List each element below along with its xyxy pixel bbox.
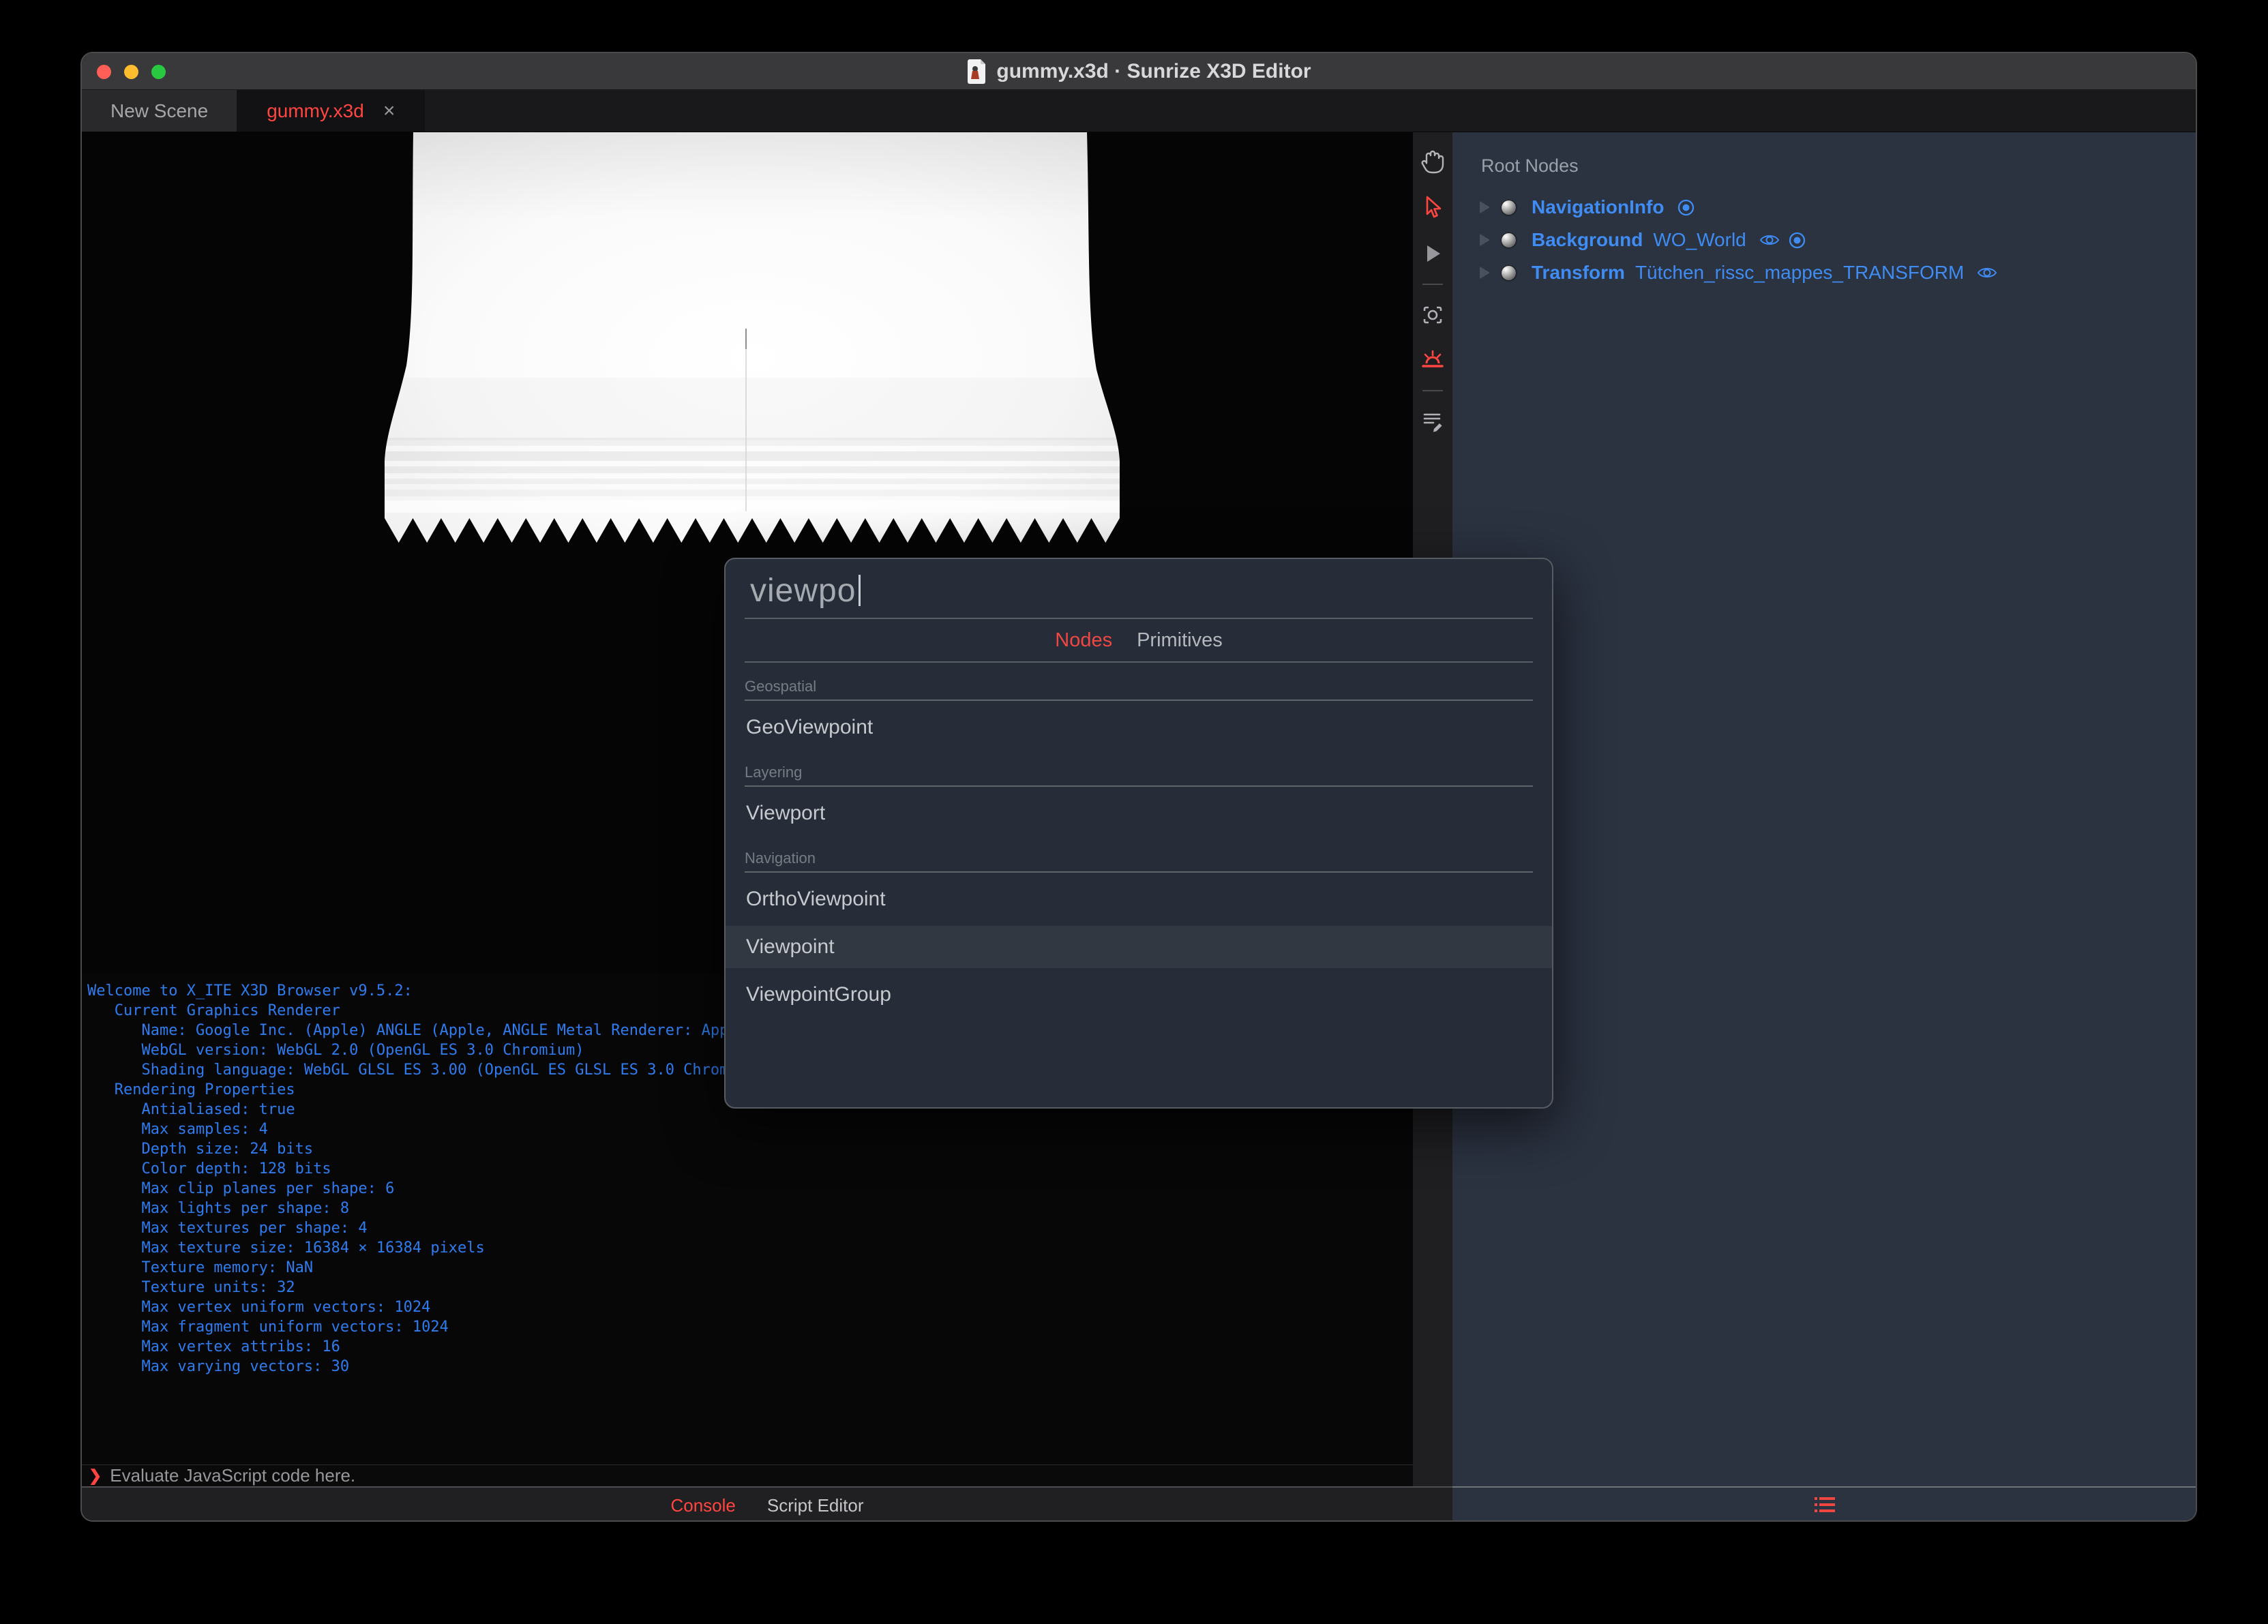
hand-tool-button[interactable] — [1418, 146, 1448, 176]
outline-node-row[interactable]: NavigationInfo — [1452, 191, 2196, 224]
arrow-cursor-icon — [1426, 196, 1442, 218]
console-line: Texture memory: NaN — [87, 1259, 314, 1276]
node-type: Background — [1532, 229, 1643, 250]
console-line: Max varying vectors: 30 — [87, 1358, 350, 1375]
node-result-item[interactable]: OrthoViewpoint — [726, 878, 1552, 920]
outline-bottombar — [1452, 1486, 2196, 1520]
search-input[interactable]: viewpo — [750, 572, 856, 610]
bound-icon[interactable] — [1788, 231, 1806, 250]
console-line: Max samples: 4 — [87, 1121, 268, 1138]
divider — [745, 661, 1533, 663]
node-state-icons — [1677, 198, 1695, 217]
tab-label: gummy.x3d — [267, 100, 364, 121]
node-result-item[interactable]: Viewport — [726, 792, 1552, 834]
gummy-bag-model — [385, 132, 1120, 543]
console-line: Max fragment uniform vectors: 1024 — [87, 1319, 449, 1336]
tab-gummy-x3d[interactable]: gummy.x3d × — [238, 90, 426, 132]
tab-new-scene[interactable]: New Scene — [82, 90, 239, 132]
frame-view-button[interactable] — [1418, 300, 1448, 330]
console-line: Max vertex attribs: 16 — [87, 1338, 340, 1355]
screen: { "window": { "title": "gummy.x3d · Sunr… — [0, 0, 2268, 1624]
section-header: Layering — [745, 764, 1533, 787]
prompt-icon: ❯ — [89, 1467, 102, 1484]
node-search-dialog: viewpo Nodes Primitives Geospatial GeoVie… — [724, 558, 1553, 1109]
sunrise-icon — [1422, 350, 1444, 367]
eye-icon[interactable] — [1977, 265, 1997, 280]
node-result-item[interactable]: GeoViewpoint — [726, 706, 1552, 749]
node-def-name: WO_World — [1653, 229, 1746, 250]
titlebar: gummy.x3d · Sunrize X3D Editor — [82, 53, 2196, 90]
hand-icon — [1421, 150, 1444, 174]
node-sphere-icon — [1500, 231, 1517, 249]
console-tabbar: Console Script Editor — [82, 1486, 1452, 1520]
node-sphere-icon — [1500, 264, 1517, 282]
console-line: Texture units: 32 — [87, 1279, 295, 1296]
play-button[interactable] — [1418, 239, 1448, 269]
outline-node-row[interactable]: Background WO_World — [1452, 224, 2196, 256]
list-icon — [1815, 1497, 1835, 1512]
bound-icon[interactable] — [1677, 198, 1695, 217]
node-list-button[interactable] — [1812, 1494, 1839, 1517]
eye-icon[interactable] — [1759, 232, 1780, 247]
search-results-list: Geospatial GeoViewpoint Layering Viewport Na… — [726, 678, 1552, 1016]
console-input-row: ❯ — [82, 1464, 1413, 1486]
outline-header: Root Nodes — [1481, 155, 1579, 176]
outline-node-row[interactable]: Transform Tütchen_rissc_mappes_TRANSFORM — [1452, 256, 2196, 289]
toolbar-divider — [1422, 390, 1443, 391]
close-window-button[interactable] — [97, 64, 111, 79]
search-query-row[interactable]: viewpo — [726, 559, 1552, 618]
toolbar-divider — [1422, 284, 1443, 285]
console-line: Max textures per shape: 4 — [87, 1220, 368, 1237]
console-line: Max clip planes per shape: 6 — [87, 1180, 395, 1197]
node-type: NavigationInfo — [1532, 196, 1665, 217]
text-cursor — [859, 575, 861, 606]
node-state-icons — [1977, 265, 1997, 280]
tab-nodes[interactable]: Nodes — [1055, 629, 1112, 652]
section-header: Navigation — [745, 849, 1533, 873]
node-result-item[interactable]: ViewpointGroup — [726, 974, 1552, 1016]
zoom-window-button[interactable] — [151, 64, 166, 79]
close-tab-icon[interactable]: × — [383, 100, 396, 123]
console-line: Color depth: 128 bits — [87, 1160, 331, 1177]
play-icon — [1427, 245, 1440, 262]
section-header: Geospatial — [745, 678, 1533, 701]
script-editor-button[interactable] — [1418, 406, 1448, 436]
node-type: Transform — [1532, 262, 1625, 283]
console-input[interactable] — [110, 1465, 1413, 1486]
console-line: Max texture size: 16384 × 16384 pixels — [87, 1239, 485, 1257]
node-result-item[interactable]: Viewpoint — [726, 926, 1552, 968]
window-controls — [97, 53, 166, 90]
outline-panel: Root Nodes NavigationInfo Background WO_Wo… — [1452, 132, 2196, 1520]
frame-view-icon — [1423, 306, 1442, 324]
window-title-area: gummy.x3d · Sunrize X3D Editor — [82, 59, 2196, 85]
node-state-icons — [1759, 231, 1806, 250]
tab-console[interactable]: Console — [670, 1495, 735, 1516]
tab-primitives[interactable]: Primitives — [1137, 629, 1223, 652]
tab-script-editor[interactable]: Script Editor — [767, 1495, 864, 1516]
node-def-name: Tütchen_rissc_mappes_TRANSFORM — [1635, 262, 1965, 283]
console-line: Depth size: 24 bits — [87, 1141, 314, 1158]
script-edit-icon — [1423, 413, 1442, 432]
node-sphere-icon — [1500, 198, 1517, 216]
console-line: Max vertex uniform vectors: 1024 — [87, 1299, 431, 1316]
document-tabstrip: New Scene gummy.x3d × — [82, 90, 2196, 132]
file-icon — [966, 59, 987, 85]
search-dialog-tabs: Nodes Primitives — [726, 619, 1552, 661]
expand-arrow-icon[interactable] — [1480, 234, 1490, 246]
expand-arrow-icon[interactable] — [1480, 267, 1490, 279]
outline-tree: NavigationInfo Background WO_World Transfor… — [1452, 191, 2196, 289]
select-tool-button[interactable] — [1418, 192, 1448, 222]
window-title: gummy.x3d · Sunrize X3D Editor — [996, 59, 1311, 82]
minimize-window-button[interactable] — [124, 64, 138, 79]
sunrise-light-button[interactable] — [1418, 345, 1448, 375]
console-line: Max lights per shape: 8 — [87, 1200, 350, 1217]
tab-label: New Scene — [110, 100, 209, 121]
expand-arrow-icon[interactable] — [1480, 201, 1490, 213]
